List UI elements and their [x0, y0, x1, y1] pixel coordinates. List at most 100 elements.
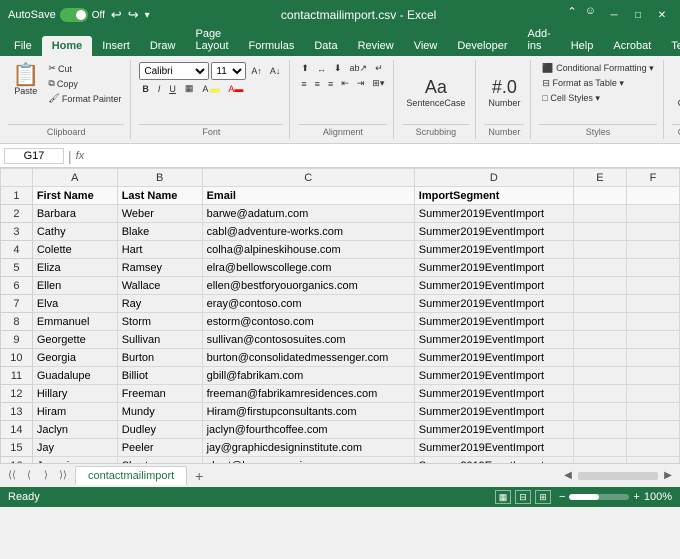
cell-d[interactable]: Summer2019EventImport — [414, 385, 573, 403]
cell-d[interactable]: Summer2019EventImport — [414, 313, 573, 331]
tab-file[interactable]: File — [4, 36, 42, 56]
cell-c[interactable]: eray@contoso.com — [202, 295, 414, 313]
cell-a[interactable]: Emmanuel — [32, 313, 117, 331]
cell-d[interactable]: Summer2019EventImport — [414, 223, 573, 241]
tab-draw[interactable]: Draw — [140, 36, 186, 56]
cell-e1[interactable] — [573, 187, 626, 205]
tab-review[interactable]: Review — [348, 36, 404, 56]
col-header-f[interactable]: F — [626, 169, 679, 187]
row-num[interactable]: 11 — [1, 367, 33, 385]
cell-d[interactable]: Summer2019EventImport — [414, 367, 573, 385]
cell-c[interactable]: barwe@adatum.com — [202, 205, 414, 223]
scroll-left-arrow[interactable]: ◀ — [560, 468, 576, 484]
cell-c[interactable]: colha@alpineskihouse.com — [202, 241, 414, 259]
cell-e[interactable] — [573, 421, 626, 439]
sheet-nav-last[interactable]: ⟩⟩ — [55, 468, 71, 484]
cell-a[interactable]: Georgia — [32, 349, 117, 367]
cell-styles-button[interactable]: □ Cell Styles ▾ — [539, 92, 602, 105]
autosave-switch[interactable] — [60, 8, 88, 22]
cell-e[interactable] — [573, 277, 626, 295]
cell-e[interactable] — [573, 241, 626, 259]
cell-a[interactable]: Guadalupe — [32, 367, 117, 385]
cell-d[interactable]: Summer2019EventImport — [414, 295, 573, 313]
cell-f[interactable] — [626, 367, 679, 385]
row-num[interactable]: 15 — [1, 439, 33, 457]
cell-d[interactable]: Summer2019EventImport — [414, 241, 573, 259]
page-layout-view-icon[interactable]: ⊟ — [515, 490, 531, 504]
align-left-button[interactable]: ≡ — [298, 77, 309, 90]
cell-d[interactable]: Summer2019EventImport — [414, 331, 573, 349]
wrap-text-button[interactable]: ↵ — [372, 62, 386, 75]
cell-a[interactable]: Hiram — [32, 403, 117, 421]
cell-b[interactable]: Ray — [117, 295, 202, 313]
cell-f[interactable] — [626, 403, 679, 421]
cell-b[interactable]: Mundy — [117, 403, 202, 421]
tab-view[interactable]: View — [404, 36, 448, 56]
cell-d[interactable]: Summer2019EventImport — [414, 403, 573, 421]
tab-home[interactable]: Home — [42, 36, 93, 56]
col-header-a[interactable]: A — [32, 169, 117, 187]
cell-b[interactable]: Sullivan — [117, 331, 202, 349]
align-center-button[interactable]: ≡ — [312, 77, 323, 90]
cell-d1[interactable]: ImportSegment — [414, 187, 573, 205]
cell-a[interactable]: Elva — [32, 295, 117, 313]
cell-e[interactable] — [573, 223, 626, 241]
row-num[interactable]: 7 — [1, 295, 33, 313]
cell-c[interactable]: burton@consolidatedmessenger.com — [202, 349, 414, 367]
cell-e[interactable] — [573, 295, 626, 313]
tab-team[interactable]: Team — [661, 36, 680, 56]
cell-b[interactable]: Burton — [117, 349, 202, 367]
row-num[interactable]: 3 — [1, 223, 33, 241]
cell-e[interactable] — [573, 313, 626, 331]
tab-developer[interactable]: Developer — [447, 36, 517, 56]
cell-a[interactable]: Jaclyn — [32, 421, 117, 439]
font-family-select[interactable]: Calibri — [139, 62, 209, 80]
col-header-b[interactable]: B — [117, 169, 202, 187]
row-num[interactable]: 9 — [1, 331, 33, 349]
cell-c[interactable]: sullivan@contososuites.com — [202, 331, 414, 349]
fill-color-button[interactable]: A▬ — [199, 83, 222, 95]
cell-b[interactable]: Peeler — [117, 439, 202, 457]
row-num[interactable]: 8 — [1, 313, 33, 331]
scroll-area[interactable]: A B C D E F 1 First Name Last Name Email… — [0, 168, 680, 463]
sheet-nav-next[interactable]: ⟩ — [38, 468, 54, 484]
cell-b[interactable]: Hart — [117, 241, 202, 259]
sheet-tab-contactmailimport[interactable]: contactmailimport — [75, 466, 187, 485]
zoom-in-icon[interactable]: + — [633, 491, 639, 503]
cell-b[interactable]: Billiot — [117, 367, 202, 385]
formula-input[interactable] — [88, 149, 676, 163]
border-button[interactable]: ▦ — [182, 82, 197, 95]
copy-button[interactable]: ⧉Copy — [45, 77, 124, 90]
undo-icon[interactable]: ↩ — [111, 7, 122, 23]
cell-b[interactable]: Freeman — [117, 385, 202, 403]
cell-c[interactable]: cabl@adventure-works.com — [202, 223, 414, 241]
row-num[interactable]: 4 — [1, 241, 33, 259]
number-format-button[interactable]: #.0 Number — [484, 75, 524, 110]
cell-d[interactable]: Summer2019EventImport — [414, 259, 573, 277]
cell-b[interactable]: Blake — [117, 223, 202, 241]
cell-f[interactable] — [626, 241, 679, 259]
cell-d[interactable]: Summer2019EventImport — [414, 349, 573, 367]
tab-add-ins[interactable]: Add-ins — [517, 24, 560, 56]
row-num[interactable]: 5 — [1, 259, 33, 277]
cell-f1[interactable] — [626, 187, 679, 205]
cell-e[interactable] — [573, 349, 626, 367]
cell-f[interactable] — [626, 223, 679, 241]
cell-a[interactable]: Hillary — [32, 385, 117, 403]
format-as-table-button[interactable]: ⊟ Format as Table ▾ — [539, 77, 626, 90]
tab-page-layout[interactable]: Page Layout — [185, 24, 238, 56]
cell-a[interactable]: Eliza — [32, 259, 117, 277]
tab-formulas[interactable]: Formulas — [239, 36, 305, 56]
cell-f[interactable] — [626, 277, 679, 295]
cell-a[interactable]: Jay — [32, 439, 117, 457]
align-middle-button[interactable]: ↔ — [314, 62, 329, 75]
tab-acrobat[interactable]: Acrobat — [603, 36, 661, 56]
cell-c[interactable]: jay@graphicdesigninstitute.com — [202, 439, 414, 457]
cell-f[interactable] — [626, 331, 679, 349]
col-header-d[interactable]: D — [414, 169, 573, 187]
row-num[interactable]: 6 — [1, 277, 33, 295]
cell-c[interactable]: estorm@contoso.com — [202, 313, 414, 331]
feedback-icon[interactable]: ☺ — [585, 5, 596, 25]
cell-b[interactable]: Wallace — [117, 277, 202, 295]
cell-a[interactable]: Cathy — [32, 223, 117, 241]
